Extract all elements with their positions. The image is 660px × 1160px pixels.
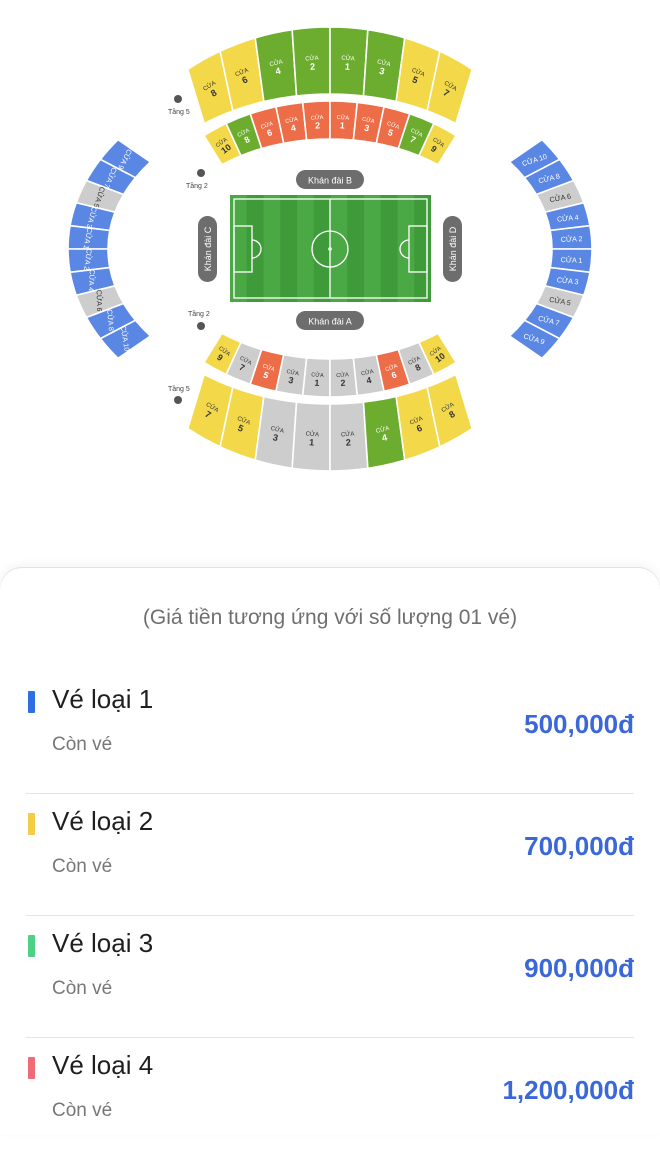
ticket-row-3[interactable]: Vé loại 3 Còn vé 900,000đ: [26, 916, 634, 1038]
stadium-seat-map: CỬA8CỬA6CỬA4CỬA2CỬA1 CỬA3 CỬA5CỬA7CỬA10CỬA…: [67, 26, 593, 472]
ticket-price: 700,000đ: [524, 831, 634, 861]
football-pitch: [230, 195, 431, 302]
ticket-status: Còn vé: [52, 1100, 113, 1121]
level-2-marker-north: Tầng 2: [186, 169, 208, 190]
gate-number: 2: [315, 120, 321, 130]
ticket-label: Vé loại 3: [52, 928, 154, 958]
ticket-row-2[interactable]: Vé loại 2 Còn vé 700,000đ: [26, 794, 634, 916]
svg-text:Tầng 5: Tầng 5: [168, 107, 190, 116]
price-note: (Giá tiền tương ứng với số lượng 01 vé): [142, 606, 518, 629]
ticket-status: Còn vé: [52, 856, 113, 877]
svg-text:Tầng 5: Tầng 5: [168, 384, 190, 393]
gate-number: 2: [340, 378, 346, 388]
stand-north-lower[interactable]: CỬA10CỬA8CỬA6CỬA4CỬA2CỬA1 CỬA3 CỬA5 CỬA7 CỬA…: [202, 100, 458, 166]
gate-label: CỬA 2: [561, 234, 583, 244]
ticket-price: 900,000đ: [524, 953, 634, 983]
svg-text:Tầng 2: Tầng 2: [186, 181, 208, 190]
svg-text:Tầng 2: Tầng 2: [188, 309, 210, 318]
gate-number: 2: [310, 61, 316, 71]
stand-south-lower[interactable]: CỬA9 CỬA7 CỬA5 CỬA3 CỬA1CỬA2CỬA4CỬA6CỬA8CỬA1…: [202, 332, 458, 398]
ticket-label: Vé loại 4: [52, 1050, 154, 1080]
ticket-label: Vé loại 1: [52, 684, 154, 714]
ticket-status: Còn vé: [52, 978, 113, 999]
gate-label: CỬA 4: [87, 269, 97, 291]
ticket-label: Vé loại 2: [52, 806, 154, 836]
ticket-price: 1,200,000đ: [502, 1075, 634, 1105]
gate-label: CỬA 6: [95, 290, 104, 312]
ticket-color-marker: [28, 813, 35, 835]
level-5-marker-north: Tầng 5: [168, 95, 190, 116]
gate-number: 1: [309, 437, 315, 447]
stand-a-label[interactable]: Khán đài A: [296, 311, 364, 330]
level-5-marker-south: Tầng 5: [168, 384, 190, 404]
gate-number: 2: [345, 437, 351, 447]
svg-text:Khán đài C: Khán đài C: [203, 226, 213, 271]
ticket-row-4[interactable]: Vé loại 4 Còn vé 1,200,000đ: [26, 1038, 634, 1160]
ticket-color-marker: [28, 691, 35, 713]
price-panel: (Giá tiền tương ứng với số lượng 01 vé) …: [0, 568, 660, 1134]
svg-text:Khán đài A: Khán đài A: [308, 317, 352, 327]
gate-number: 1: [314, 378, 320, 388]
level-2-marker-south: Tầng 2: [188, 309, 210, 330]
gate-label: CỬA 1: [560, 255, 582, 265]
stand-west[interactable]: CỬA 9CỬA 7CỬA 5CỬA 3CỬA 1CỬA 2CỬA 4CỬA 6…: [67, 138, 152, 360]
stand-c-label[interactable]: Khán đài C: [198, 216, 217, 282]
gate-number: 1: [345, 61, 351, 71]
stand-b-label[interactable]: Khán đài B: [296, 170, 364, 189]
ticket-color-marker: [28, 935, 35, 957]
stand-d-label[interactable]: Khán đài D: [443, 216, 462, 282]
gate-label: CỬA 8: [105, 309, 116, 331]
svg-text:Khán đài D: Khán đài D: [448, 226, 458, 271]
gate-number: 1: [340, 120, 346, 130]
ticket-row-1[interactable]: Vé loại 1 Còn vé 500,000đ: [26, 672, 634, 794]
ticket-color-marker: [28, 1057, 35, 1079]
ticket-price: 500,000đ: [524, 709, 634, 739]
ticket-status: Còn vé: [52, 734, 113, 755]
stand-east[interactable]: CỬA 10CỬA 8CỬA 6CỬA 4CỬA 2CỬA 1CỬA 3CỬA …: [508, 138, 593, 360]
svg-text:Khán đài B: Khán đài B: [308, 176, 352, 186]
